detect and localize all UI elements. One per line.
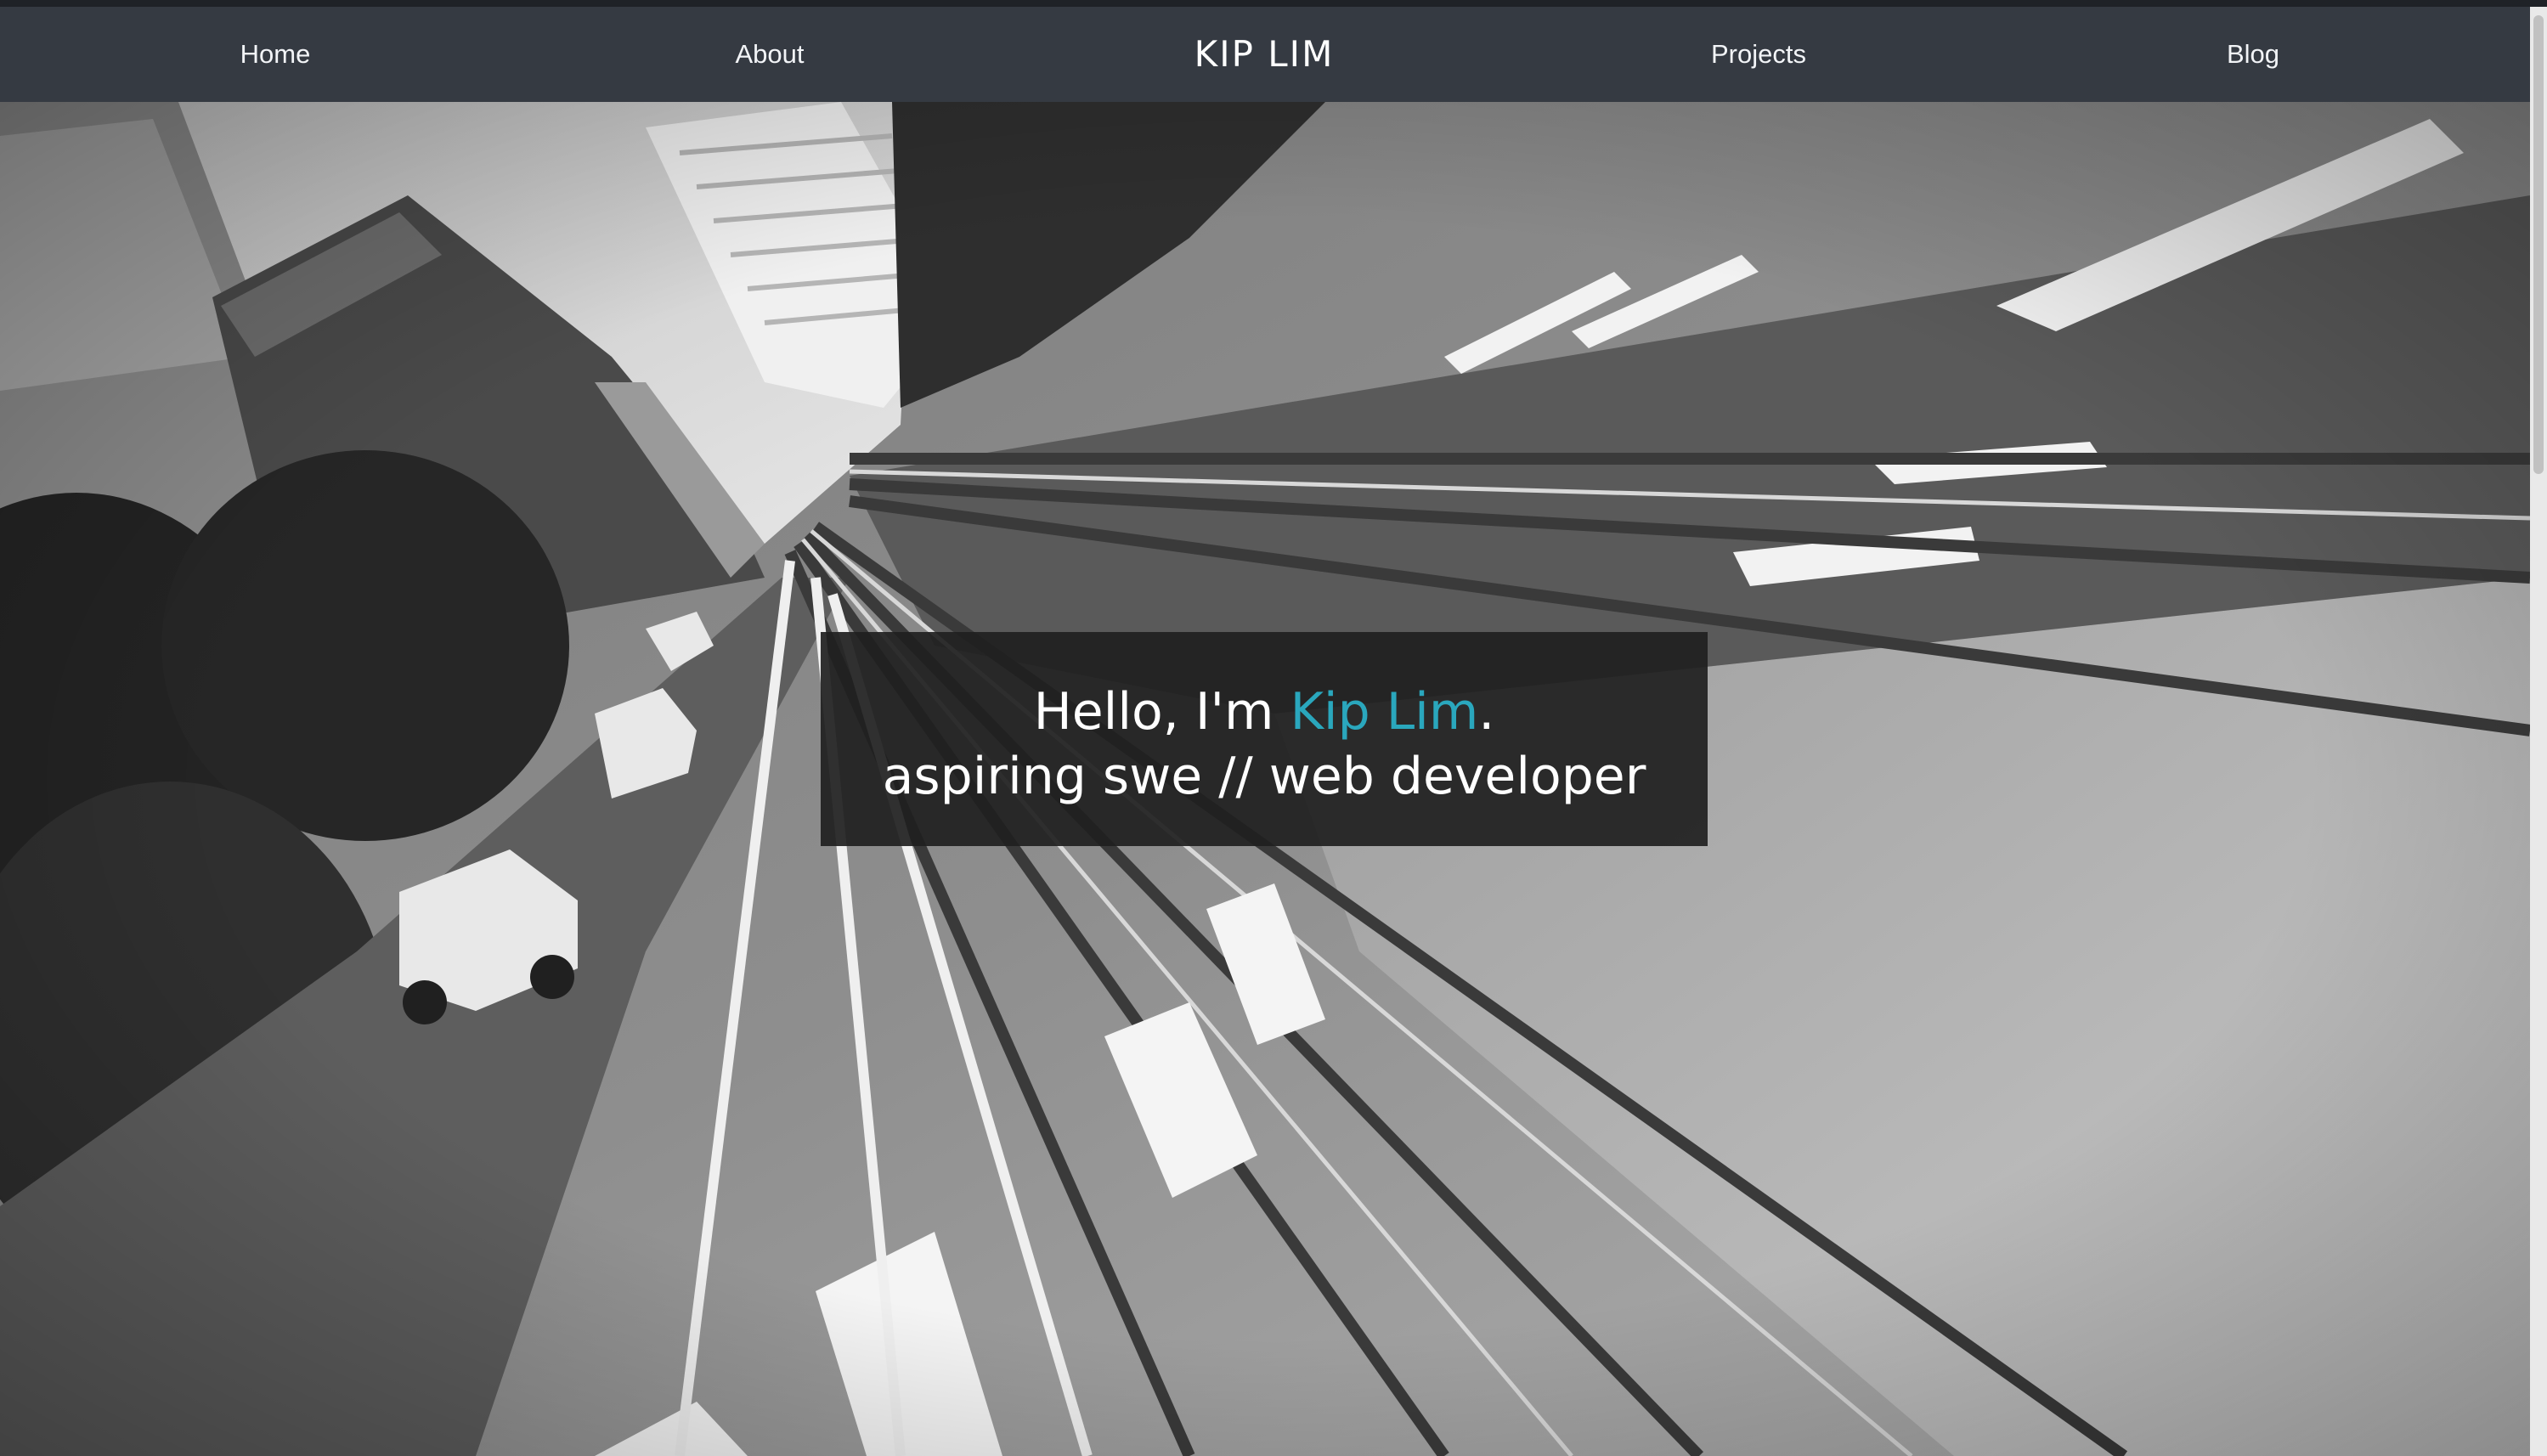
greeting-suffix: . [1478, 682, 1495, 742]
window-top-border [0, 0, 2547, 7]
hero-intro-box: Hello, I'm Kip Lim. aspiring swe // web … [821, 632, 1708, 846]
hero-greeting: Hello, I'm Kip Lim. [821, 680, 1708, 744]
nav-projects-link[interactable]: Projects [1674, 7, 1844, 102]
top-navbar: Home About KIP LIM Projects Blog [0, 7, 2530, 102]
nav-home-link[interactable]: Home [190, 7, 360, 102]
greeting-prefix: Hello, I'm [1033, 682, 1290, 742]
hero-name-highlight: Kip Lim [1290, 682, 1479, 742]
nav-about-link[interactable]: About [685, 7, 855, 102]
nav-blog-link[interactable]: Blog [2168, 7, 2338, 102]
hero-tagline: aspiring swe // web developer [882, 747, 1646, 806]
page-scrollbar-thumb[interactable] [2533, 15, 2544, 474]
site-brand-logo[interactable]: KIP LIM [1137, 7, 1392, 102]
